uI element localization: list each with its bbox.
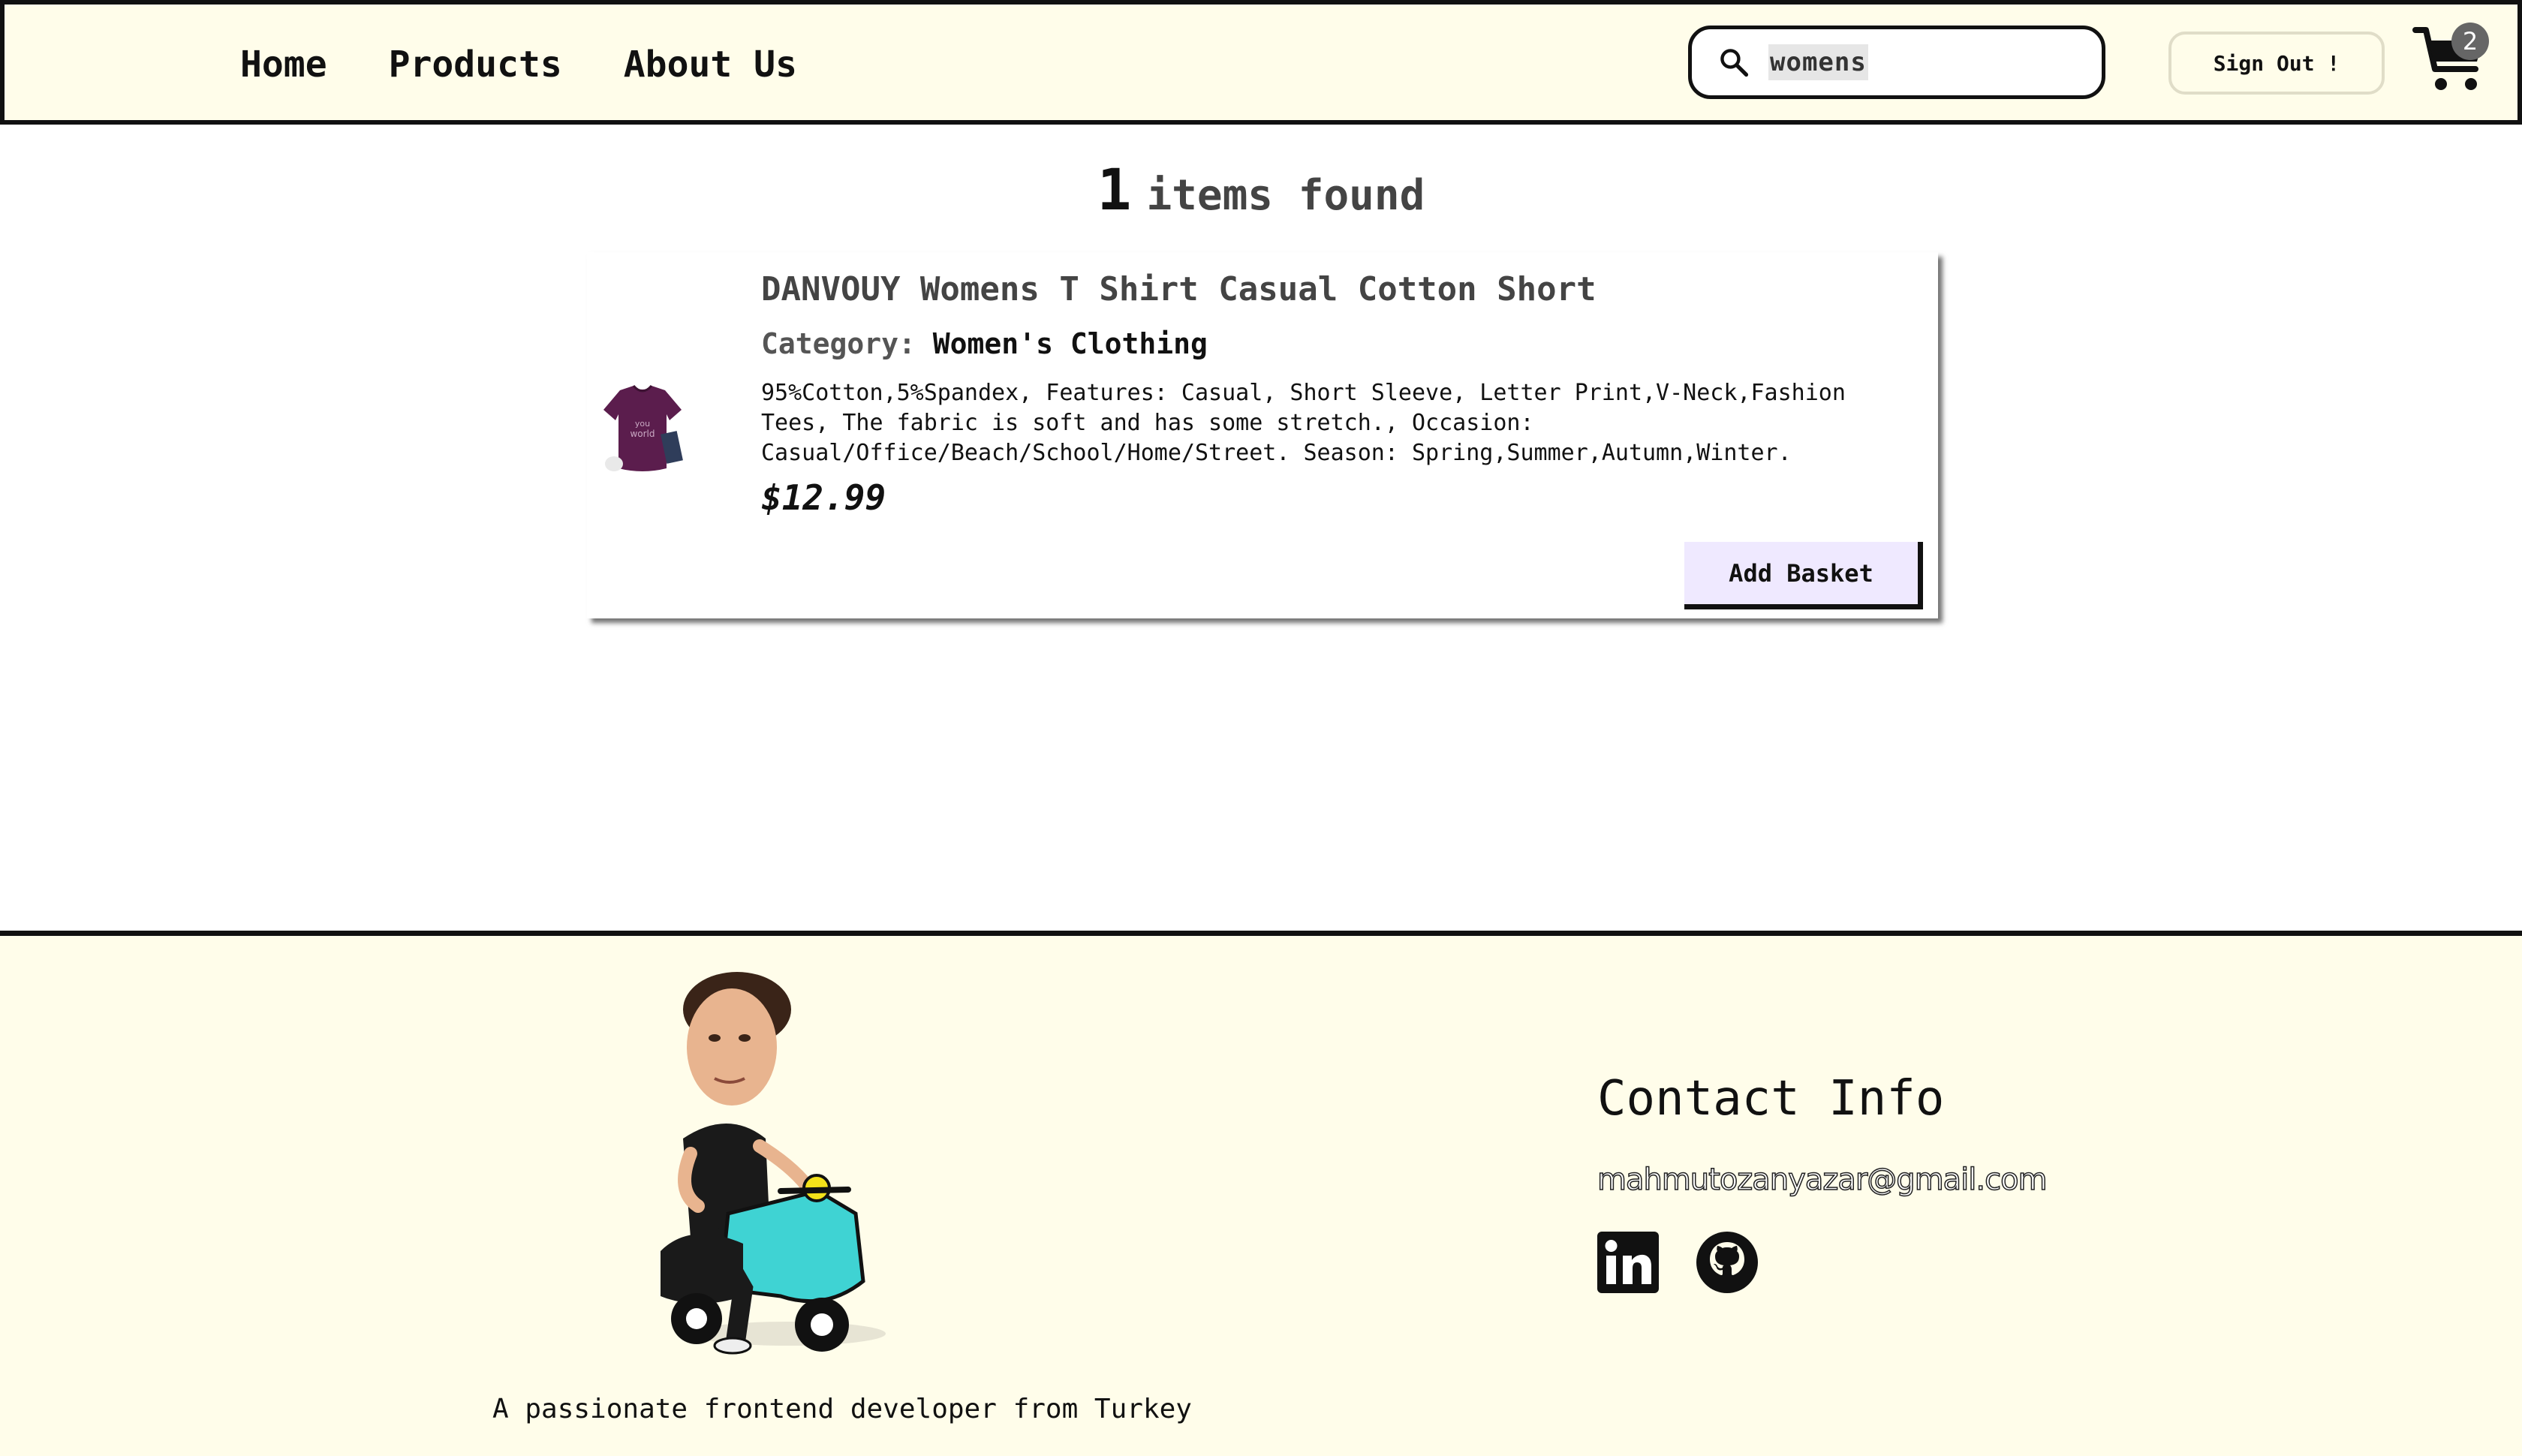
product-description: 95%Cotton,5%Spandex, Features: Casual, S… — [761, 380, 1846, 466]
developer-avatar-illustration — [661, 972, 886, 1355]
svg-text:you: you — [635, 419, 650, 429]
add-basket-button[interactable]: Add Basket — [1684, 542, 1923, 609]
product-image[interactable]: you world — [597, 380, 688, 477]
search-icon[interactable] — [1717, 46, 1750, 79]
results-count: 1 — [1097, 156, 1132, 223]
product-category: Category: Women's Clothing — [761, 327, 1208, 360]
cart-count-badge: 2 — [2451, 23, 2489, 60]
product-title: DANVOUY Womens T Shirt Casual Cotton Sho… — [761, 270, 1597, 308]
github-icon[interactable] — [1696, 1232, 1758, 1293]
social-links — [1597, 1232, 1758, 1293]
linkedin-icon[interactable] — [1597, 1232, 1659, 1293]
site-header: Home Products About Us — [0, 0, 2522, 125]
results-label: items found — [1146, 171, 1425, 220]
main-nav: Home Products About Us — [240, 44, 797, 86]
product-price: $12.99 — [761, 477, 886, 518]
svg-text:world: world — [630, 429, 655, 439]
nav-home-link[interactable]: Home — [240, 44, 327, 86]
sign-out-button[interactable]: Sign Out ! — [2168, 32, 2385, 95]
search-input[interactable]: womens — [1768, 44, 1868, 80]
product-card: you world DANVOUY Womens T Shirt Casual … — [587, 252, 1938, 618]
category-label: Category: — [761, 327, 916, 360]
results-heading: 1 items found — [0, 156, 2522, 223]
contact-info-heading: Contact Info — [1597, 1071, 1945, 1127]
nav-about-link[interactable]: About Us — [624, 44, 797, 86]
site-footer: A passionate frontend developer from Tur… — [0, 931, 2522, 1456]
footer-tagline: A passionate frontend developer from Tur… — [492, 1394, 1192, 1424]
nav-products-link[interactable]: Products — [389, 44, 562, 86]
category-value: Women's Clothing — [932, 327, 1208, 360]
contact-email-link[interactable]: mahmutozanyazar@gmail.com — [1597, 1162, 2048, 1198]
search-bar[interactable]: womens — [1688, 26, 2105, 99]
